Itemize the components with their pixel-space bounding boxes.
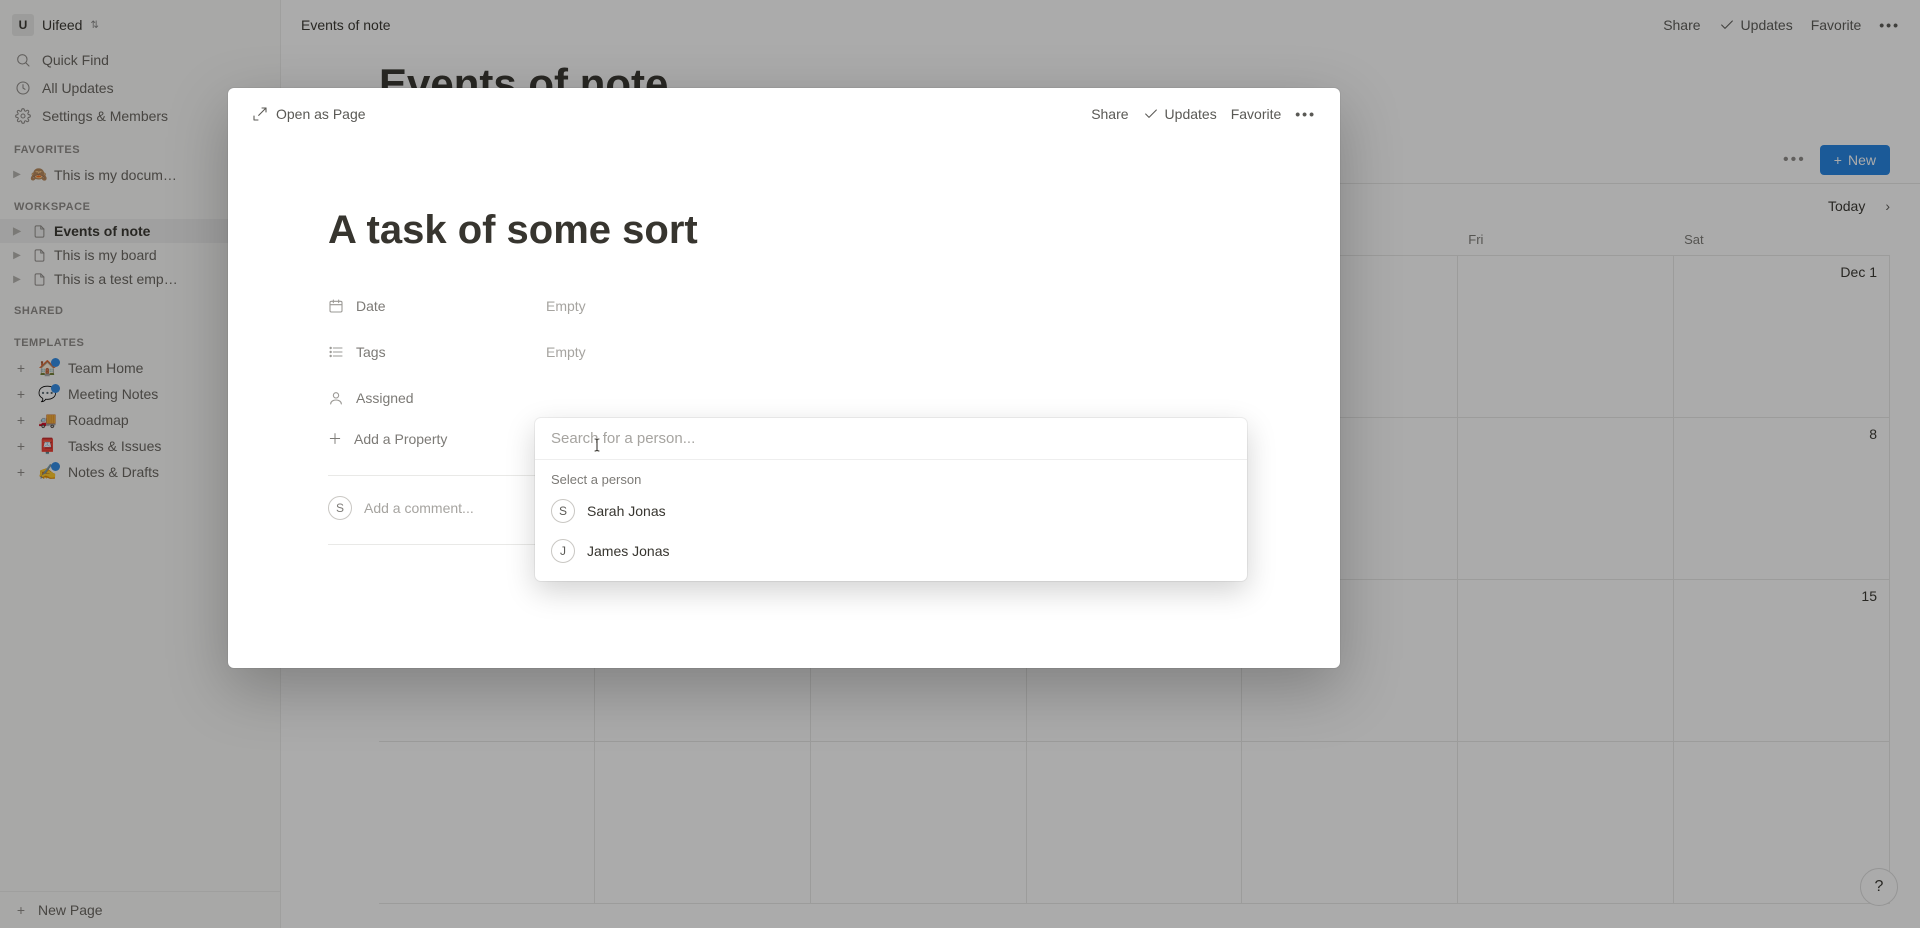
- person-section-label: Select a person: [535, 460, 1247, 491]
- avatar: S: [551, 499, 575, 523]
- plus-icon: ＋: [328, 429, 342, 449]
- property-assigned-row[interactable]: Assigned: [328, 375, 1240, 421]
- person-name: Sarah Jonas: [587, 503, 666, 519]
- person-dropdown: Select a person S Sarah Jonas J James Jo…: [535, 418, 1247, 581]
- avatar: S: [328, 496, 352, 520]
- person-option-1[interactable]: J James Jonas: [535, 531, 1247, 571]
- comment-placeholder[interactable]: Add a comment...: [364, 500, 474, 516]
- task-title[interactable]: A task of some sort: [328, 138, 1240, 283]
- modal-updates-button[interactable]: Updates: [1143, 106, 1217, 122]
- calendar-icon: [328, 298, 344, 314]
- modal-share-button[interactable]: Share: [1091, 106, 1128, 122]
- modal-more-icon[interactable]: •••: [1295, 106, 1316, 122]
- open-as-page-button[interactable]: Open as Page: [252, 106, 366, 122]
- modal-favorite-button[interactable]: Favorite: [1231, 106, 1282, 122]
- property-date-value[interactable]: Empty: [546, 298, 586, 314]
- property-date-row[interactable]: Date Empty: [328, 283, 1240, 329]
- person-icon: [328, 390, 344, 406]
- person-search-input[interactable]: [551, 430, 1231, 447]
- expand-icon: [252, 106, 268, 122]
- avatar: J: [551, 539, 575, 563]
- person-option-0[interactable]: S Sarah Jonas: [535, 491, 1247, 531]
- page-modal: Open as Page Share Updates Favorite ••• …: [228, 88, 1340, 668]
- property-tags-row[interactable]: Tags Empty: [328, 329, 1240, 375]
- person-name: James Jonas: [587, 543, 669, 559]
- check-icon: [1143, 106, 1159, 122]
- property-tags-value[interactable]: Empty: [546, 344, 586, 360]
- list-icon: [328, 344, 344, 360]
